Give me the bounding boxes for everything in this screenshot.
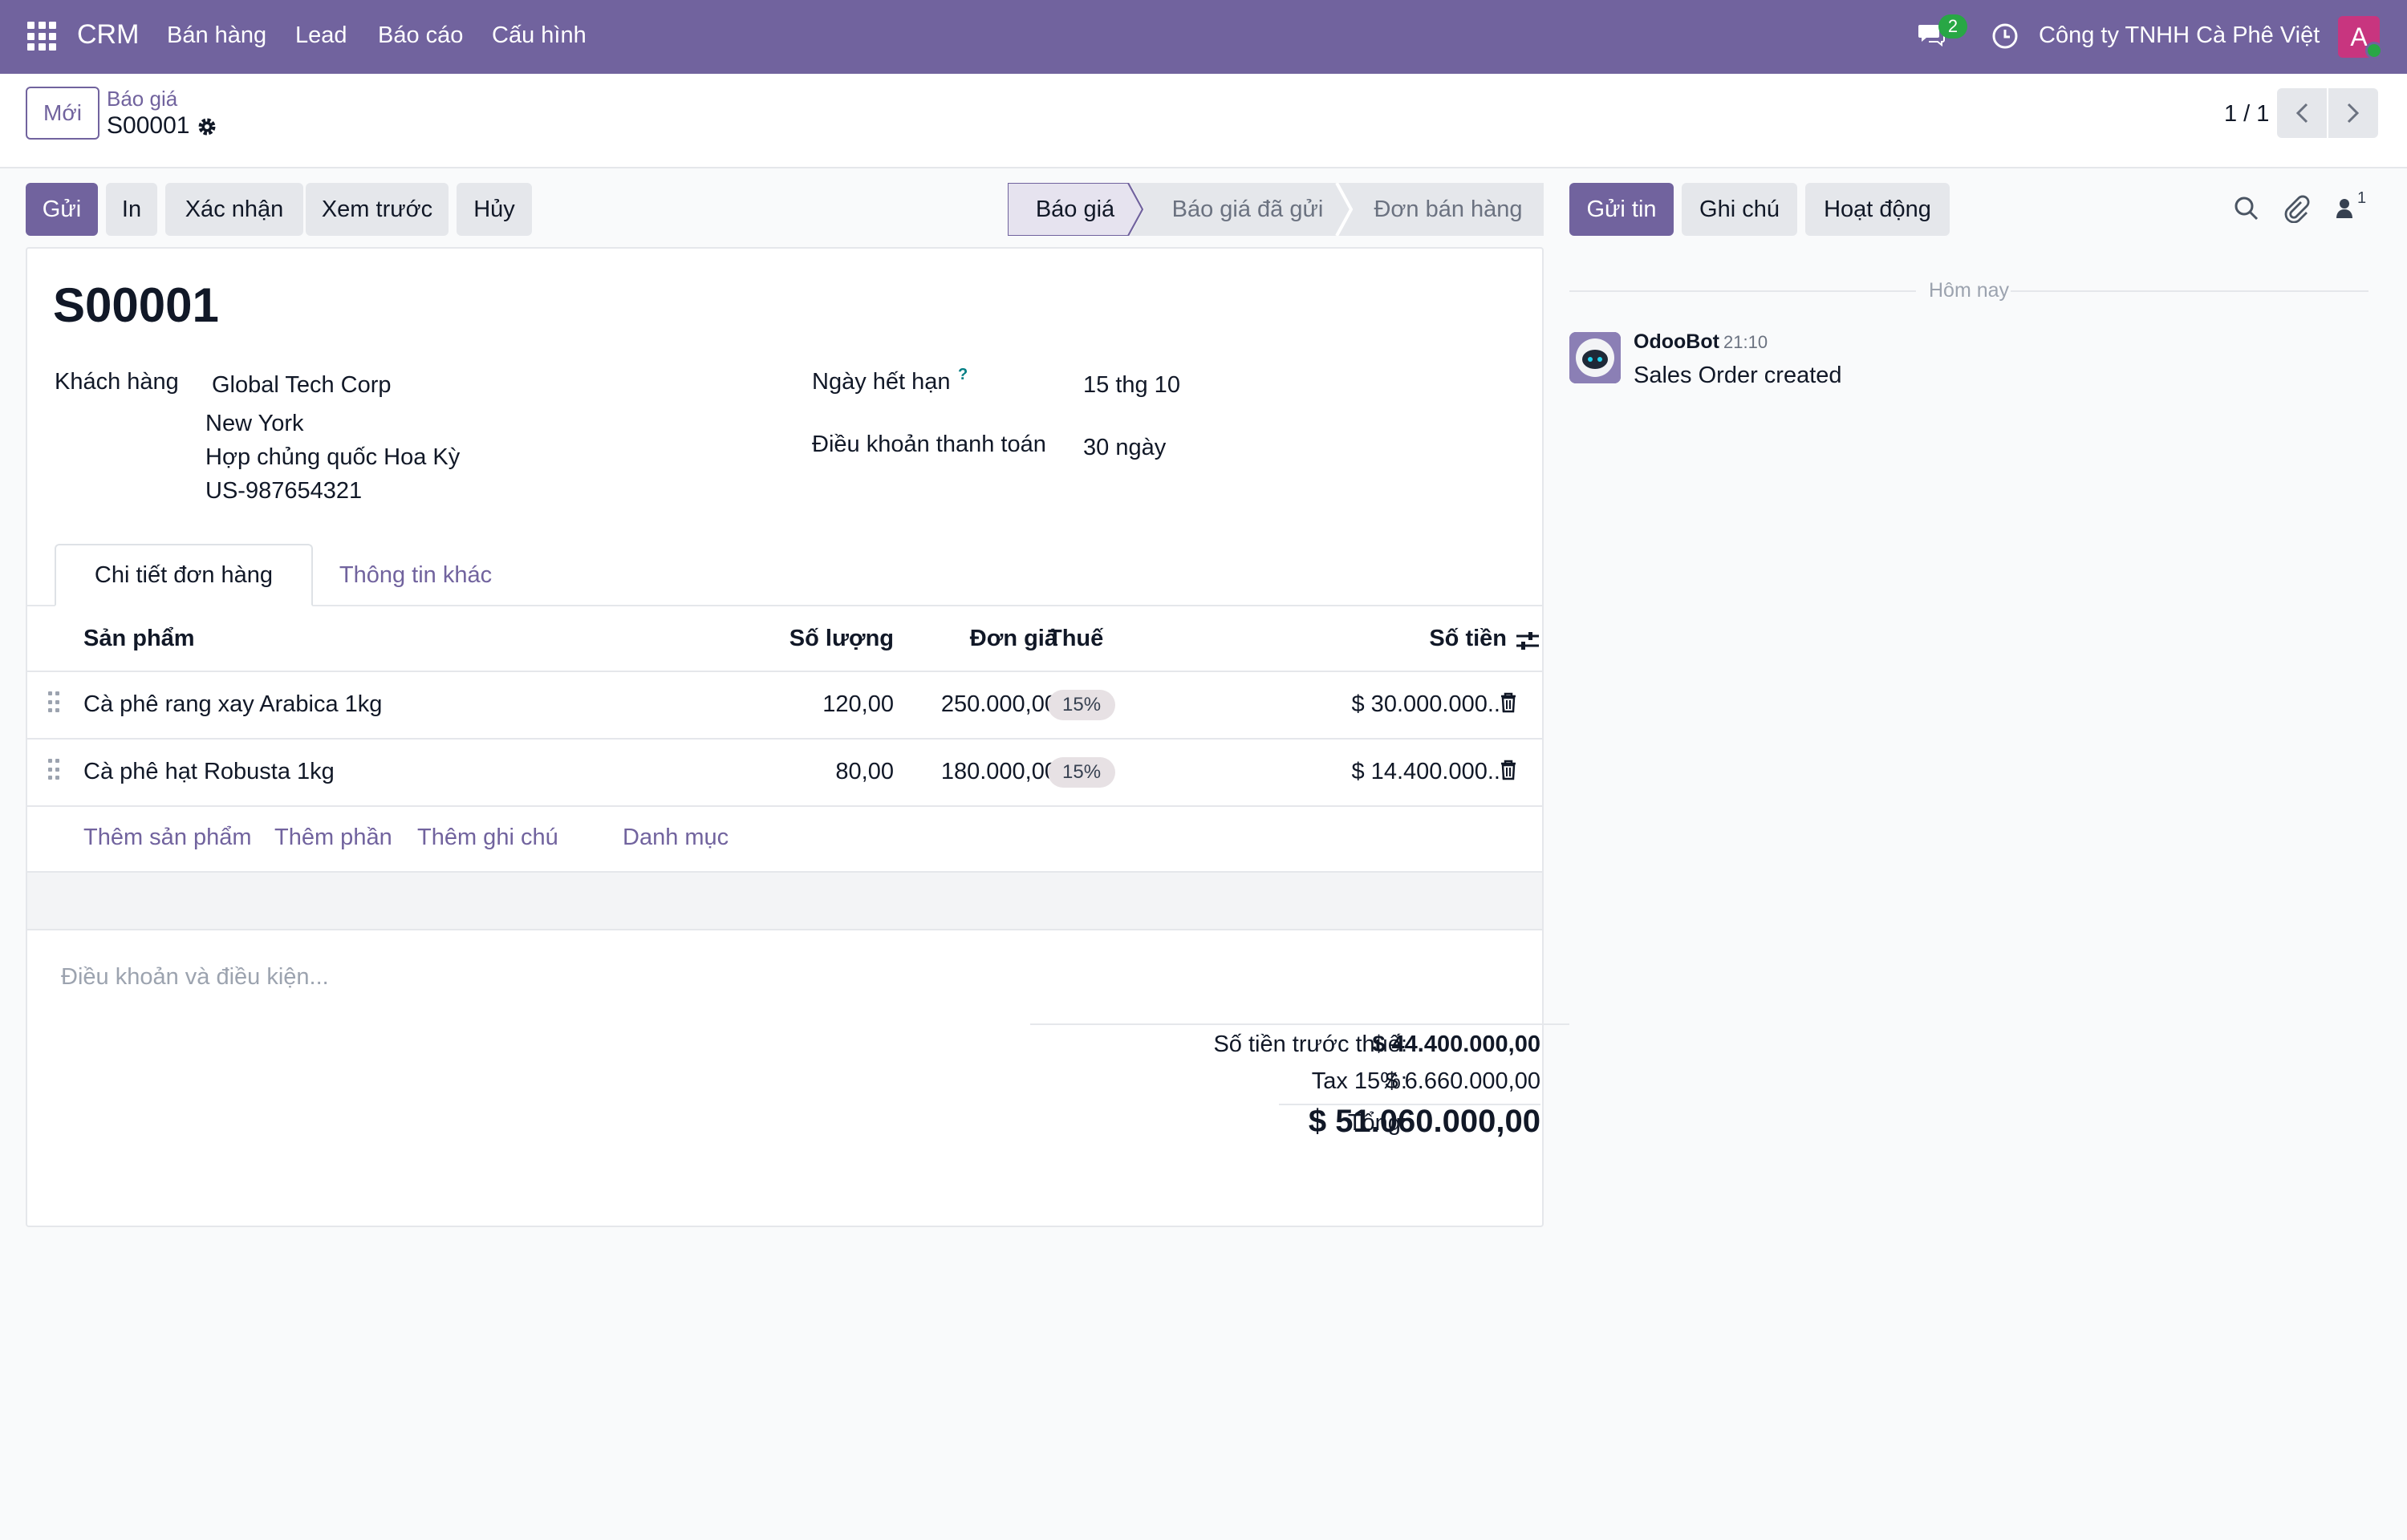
tab-order-lines[interactable]: Chi tiết đơn hàng [55, 544, 313, 606]
new-button[interactable]: Mới [26, 87, 99, 140]
line-quantity[interactable]: 120,00 [733, 691, 894, 718]
payment-terms-label: Điều khoản thanh toán [812, 432, 1046, 457]
payment-terms-field[interactable]: 30 ngày [1083, 435, 1166, 461]
date-separator-line [1569, 290, 1916, 292]
add-section-link[interactable]: Thêm phần [274, 825, 392, 851]
breadcrumb-record-name: S00001 [107, 112, 190, 139]
customer-label: Khách hàng [55, 369, 179, 395]
row-divider [27, 738, 1542, 740]
row-divider [27, 805, 1542, 807]
odoobot-avatar[interactable] [1569, 332, 1621, 383]
menu-configuration[interactable]: Cấu hình [492, 22, 587, 49]
customer-address-line: New York [205, 411, 304, 436]
line-product[interactable]: Cà phê rang xay Arabica 1kg [83, 691, 382, 718]
total-value: $ 51.060.000,00 [1308, 1104, 1540, 1139]
line-unit-price[interactable]: 250.000,00 [878, 691, 1057, 718]
trash-icon[interactable] [1499, 691, 1518, 714]
form-sheet: S00001 Khách hàng Global Tech Corp New Y… [26, 247, 1569, 1227]
preview-button[interactable]: Xem trước [306, 183, 449, 236]
robot-icon [1569, 332, 1621, 383]
pager-next-button[interactable] [2328, 88, 2378, 138]
chat-count-badge: 2 [1938, 14, 1967, 38]
print-button[interactable]: In [106, 183, 157, 236]
stage-quotation[interactable]: Báo giá [1008, 183, 1143, 236]
add-product-link[interactable]: Thêm sản phẩm [83, 825, 252, 851]
send-message-button[interactable]: Gửi tin [1569, 183, 1674, 236]
drag-handle-icon[interactable] [48, 691, 59, 714]
record-title: S00001 [53, 278, 219, 332]
column-header-quantity[interactable]: Số lượng [773, 626, 894, 652]
chevron-left-icon [2295, 103, 2308, 124]
followers-count: 1 [2357, 189, 2367, 207]
activities-button[interactable]: Hoạt động [1805, 183, 1950, 236]
trash-icon[interactable] [1499, 759, 1518, 781]
catalog-link[interactable]: Danh mục [623, 825, 729, 851]
gear-icon[interactable] [196, 116, 218, 138]
totals-divider [1030, 1023, 1569, 1025]
confirm-button[interactable]: Xác nhận [165, 183, 303, 236]
activity-clock-icon[interactable] [1991, 22, 2019, 50]
apps-grid-icon[interactable] [27, 22, 56, 51]
tax-badge[interactable]: 15% [1048, 690, 1116, 720]
message-body: Sales Order created [1634, 363, 1842, 388]
pager-previous-button[interactable] [2277, 88, 2327, 138]
line-amount: $ 30.000.000... [1351, 691, 1508, 717]
menu-lead[interactable]: Lead [295, 22, 347, 49]
message-time: 21:10 [1723, 332, 1768, 352]
optional-columns-icon[interactable] [1515, 629, 1540, 653]
stage-sales-order[interactable]: Đơn bán hàng [1353, 183, 1544, 236]
expiry-date-field[interactable]: 15 thg 10 [1083, 372, 1180, 399]
paperclip-icon[interactable] [2282, 194, 2311, 223]
breadcrumb-quotations[interactable]: Báo giá [107, 87, 177, 111]
table-footer-band [27, 871, 1542, 930]
menu-reports[interactable]: Báo cáo [378, 22, 463, 49]
line-unit-price[interactable]: 180.000,00 [878, 759, 1057, 785]
tax-badge[interactable]: 15% [1048, 757, 1116, 788]
drag-handle-icon[interactable] [48, 759, 59, 781]
menu-sales[interactable]: Bán hàng [167, 22, 266, 49]
online-status-dot [2365, 42, 2383, 59]
column-header-taxes[interactable]: Thuế [1048, 626, 1103, 652]
tab-other-info[interactable]: Thông tin khác [311, 544, 520, 606]
cancel-button[interactable]: Hủy [457, 183, 532, 236]
search-icon[interactable] [2232, 194, 2261, 223]
pager-value: 1 / 1 [2224, 101, 2270, 127]
help-tooltip-icon[interactable]: ? [958, 366, 968, 384]
column-header-amount[interactable]: Số tiền [1311, 626, 1507, 652]
line-product[interactable]: Cà phê hạt Robusta 1kg [83, 759, 335, 785]
company-switcher[interactable]: Công ty TNHH Cà Phê Việt [2039, 22, 2320, 49]
send-button[interactable]: Gửi [26, 183, 98, 236]
customer-address-line: US-987654321 [205, 478, 363, 504]
untaxed-amount-value: $ 44.400.000,00 [1372, 1031, 1540, 1057]
line-quantity[interactable]: 80,00 [733, 759, 894, 785]
tax-amount-value: $ 6.660.000,00 [1385, 1068, 1540, 1094]
log-note-button[interactable]: Ghi chú [1682, 183, 1797, 236]
app-brand[interactable]: CRM [77, 19, 139, 51]
column-header-product[interactable]: Sản phẩm [83, 626, 195, 652]
table-header-divider [27, 671, 1542, 672]
stage-quotation-sent[interactable]: Báo giá đã gửi [1144, 183, 1351, 236]
add-note-link[interactable]: Thêm ghi chú [417, 825, 558, 851]
line-amount: $ 14.400.000... [1351, 759, 1508, 784]
date-separator: Hôm nay [1929, 279, 2010, 302]
customer-field[interactable]: Global Tech Corp [212, 372, 392, 399]
control-panel: Mới Báo giá S00001 1 / 1 [0, 74, 2407, 168]
column-header-unit-price[interactable]: Đơn giá [910, 626, 1057, 652]
chevron-right-icon [2347, 103, 2360, 124]
date-separator-line [2011, 290, 2368, 292]
expiry-label: Ngày hết hạn [812, 369, 951, 395]
customer-address-line: Hợp chủng quốc Hoa Kỳ [205, 444, 461, 470]
message-author[interactable]: OdooBot [1634, 330, 1719, 354]
terms-conditions-field[interactable]: Điều khoản và điều kiện... [61, 964, 329, 991]
top-navbar: CRM Bán hàng Lead Báo cáo Cấu hình 2 Côn… [0, 0, 2407, 74]
status-bar: Báo giá Báo giá đã gửi Đơn bán hàng [1008, 183, 1544, 236]
